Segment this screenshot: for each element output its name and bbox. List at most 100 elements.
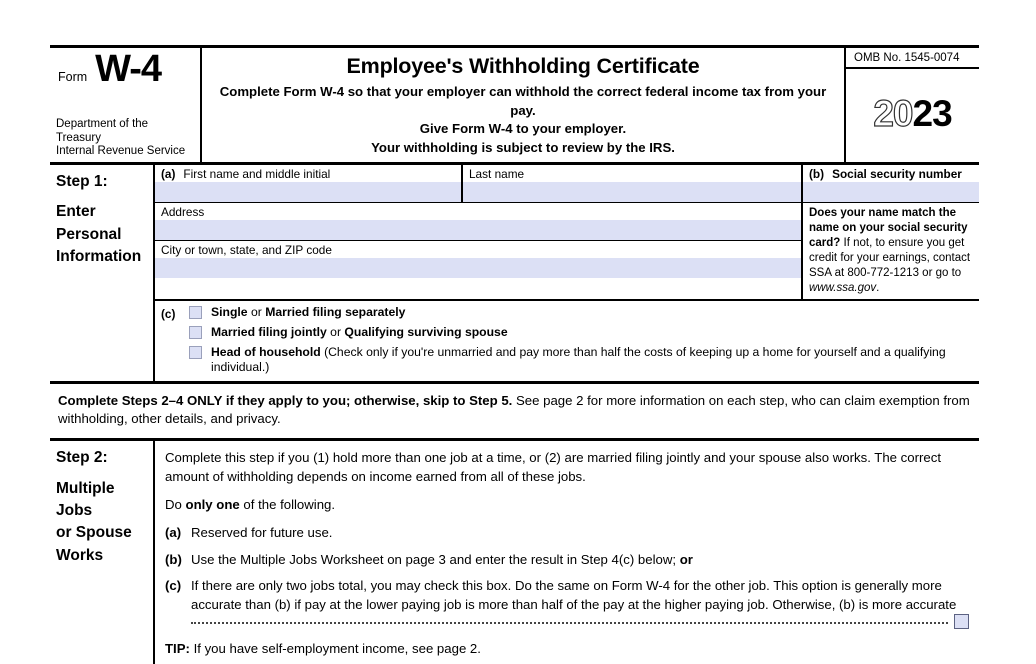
tax-year: 20 23 [846,69,979,162]
field-letter-b: (b) [809,166,825,181]
last-name-field-group: Last name [463,165,801,202]
filing-status-option-joint[interactable]: Married filing jointly or Qualifying sur… [189,325,979,340]
filing-status-single-text: Single or Married filing separately [211,305,405,320]
filing-status-section: (c) Single or Married filing separately … [155,301,979,381]
agency-line-1: Department of the Treasury [56,118,149,144]
last-name-label: Last name [469,166,525,181]
step-1-fields-row: (a) First name and middle initial Last na… [155,164,979,301]
name-row: (a) First name and middle initial Last na… [155,164,801,203]
step-2-item-c: (c) If there are only two jobs total, yo… [165,576,969,630]
city-field-group: City or town, state, and ZIP code [155,241,801,278]
subtitle-line-3: Your withholding is subject to review by… [371,140,675,156]
checkbox-two-jobs-total[interactable] [954,614,969,630]
w4-form: Form W-4 Department of the Treasury Inte… [50,45,979,664]
do-one-bold: only one [185,497,240,513]
address-label: Address [161,204,205,219]
city-label: City or town, state, and ZIP code [161,242,332,257]
step-2-item-b-text: Use the Multiple Jobs Worksheet on page … [191,550,969,569]
first-name-field-group: (a) First name and middle initial [155,164,463,202]
tax-year-century: 20 [873,93,914,135]
header-omb-block: OMB No. 1545-0074 20 23 [846,48,979,162]
first-name-label-text: First name and middle initial [183,166,331,181]
field-letter-a: (a) [161,166,176,181]
issuing-agency: Department of the Treasury Internal Reve… [56,118,194,160]
step-2-item-a-text: Reserved for future use. [191,525,333,541]
step-2-section: Step 2: Multiple Jobs or Spouse Works Co… [50,441,979,664]
step-1-body: (a) First name and middle initial Last na… [155,164,979,381]
step-1-title-line-1: Enter [56,203,96,221]
filing-status-options: Single or Married filing separately Marr… [189,305,979,376]
step-1-label: Step 1: Enter Personal Information [50,164,155,381]
first-name-input[interactable] [155,181,461,202]
form-word-label: Form [58,70,88,84]
form-page: Form W-4 Department of the Treasury Inte… [0,0,1036,664]
filing-status-single-conj: or [247,304,266,319]
form-number: W-4 [95,48,162,90]
header-left-block: Form W-4 Department of the Treasury Inte… [50,48,202,162]
step-2-item-a: (a) Reserved for future use. [165,523,969,542]
filing-status-joint-text: Married filing jointly or Qualifying sur… [211,325,508,340]
checkbox-married-filing-jointly[interactable] [189,325,202,339]
first-name-label: (a) First name and middle initial [155,165,461,182]
filing-status-joint-bold2: Qualifying surviving spouse [344,324,508,339]
step-2-body: Complete this step if you (1) hold more … [155,441,979,664]
step-1-title-line-2: Personal [56,225,122,243]
ssn-field-group: (b) Social security number [803,165,979,203]
filing-status-hoh-bold: Head of household [211,345,321,360]
step-2-item-a-letter: (a) [165,525,182,541]
checkbox-single[interactable] [189,305,202,319]
subtitle-line-2: Give Form W-4 to your employer. [419,121,627,137]
address-field-group: Address [155,203,801,241]
do-one-pre: Do [165,497,186,513]
tip-text: If you have self-employment income, see … [189,641,481,657]
step-2-item-b-letter: (b) [165,551,182,567]
address-input[interactable] [155,219,801,240]
checkbox-head-of-household[interactable] [189,346,202,360]
step-2-item-c-letter: (c) [165,577,182,593]
step-2-number: Step 2: [56,449,108,467]
tax-year-digits: 23 [912,93,953,135]
ssa-website-link[interactable]: www.ssa.gov [809,282,876,294]
step-2-do-one: Do only one of the following. [165,495,969,514]
step-2-item-b-body: Use the Multiple Jobs Worksheet on page … [191,551,680,567]
ssn-panel: (b) Social security number Does your name… [801,164,979,299]
step-2-item-b: (b) Use the Multiple Jobs Worksheet on p… [165,550,969,569]
omb-number: OMB No. 1545-0074 [846,48,979,69]
filing-status-option-hoh[interactable]: Head of household (Check only if you're … [189,345,979,376]
page-title: Employee's Withholding Certificate [346,54,700,78]
step-2-label: Step 2: Multiple Jobs or Spouse Works [50,441,155,664]
step-2-item-c-body: If there are only two jobs total, you ma… [191,577,957,612]
step-2-title-line-3: Works [56,546,104,564]
step-2-item-c-text: If there are only two jobs total, you ma… [191,576,969,630]
filing-status-joint-bold: Married filing jointly [211,324,327,339]
step-2-title-line-1: Multiple Jobs [56,479,115,519]
step-1-section: Step 1: Enter Personal Information (a) Fi… [50,164,979,384]
dot-leader [191,622,948,625]
filing-status-hoh-note: (Check only if you're unmarried and pay … [211,345,946,375]
subtitle-line-1: Complete Form W-4 so that your employer … [219,84,827,118]
steps-notice: Complete Steps 2–4 ONLY if they apply to… [50,384,979,442]
city-input[interactable] [155,257,801,278]
step-1-title-line-3: Information [56,248,142,266]
ssn-help-note: Does your name match the name on your so… [803,203,979,299]
step-2-item-b-or: or [679,551,693,567]
do-one-post: of the following. [239,497,336,513]
ssn-label: (b) Social security number [803,165,979,182]
ssn-label-text: Social security number [832,166,962,181]
form-identifier: Form W-4 [56,48,194,90]
step-1-left-fields: (a) First name and middle initial Last na… [155,164,801,299]
header-title-block: Employee's Withholding Certificate Compl… [202,48,846,162]
filing-status-joint-conj: or [326,324,345,339]
ssn-note-end: . [876,281,880,294]
last-name-input[interactable] [463,181,801,202]
filing-status-single-bold2: Married filing separately [265,304,406,319]
ssn-input[interactable] [803,181,979,202]
step-2-intro: Complete this step if you (1) hold more … [165,450,941,485]
form-header: Form W-4 Department of the Treasury Inte… [50,45,979,165]
filing-status-single-bold: Single [211,304,248,319]
filing-status-option-single[interactable]: Single or Married filing separately [189,305,979,320]
filing-status-hoh-text: Head of household (Check only if you're … [211,345,979,376]
step-1-number: Step 1: [56,172,108,190]
step-2-title-line-2: or Spouse [56,524,132,542]
tip-label: TIP: [165,641,190,657]
